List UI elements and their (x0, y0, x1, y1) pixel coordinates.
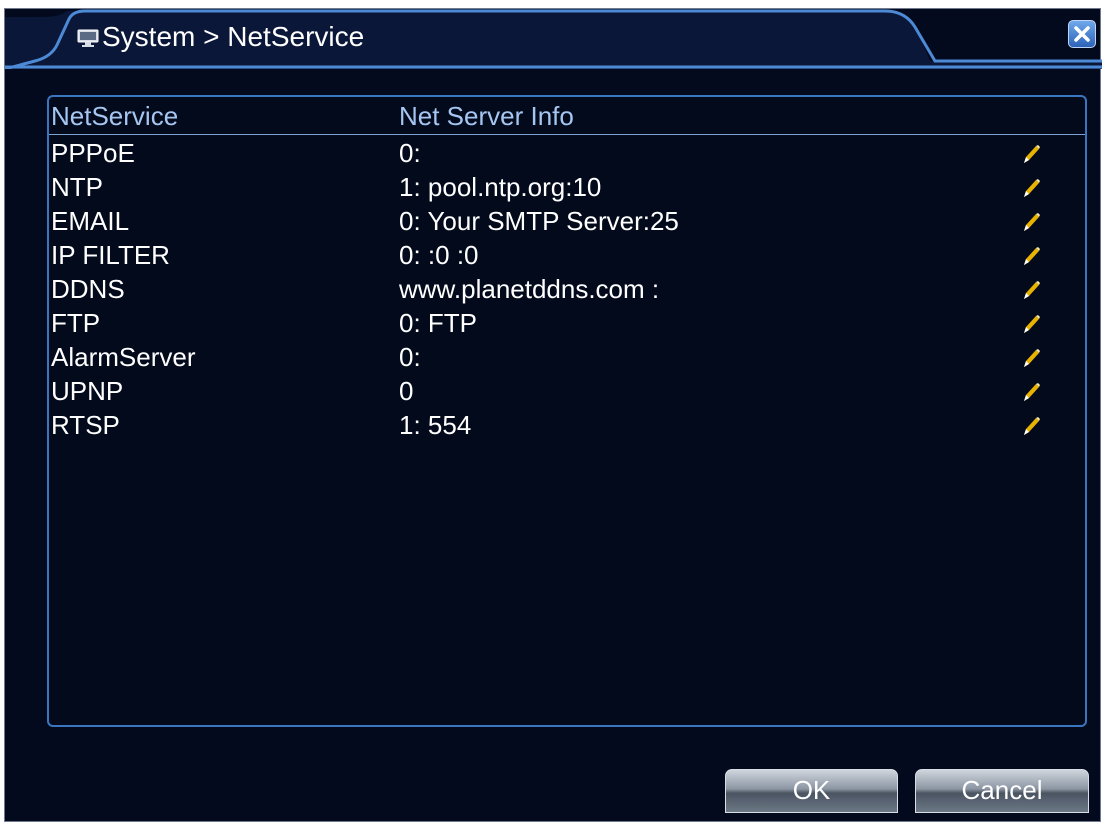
window-title: System > NetService (102, 21, 365, 52)
table-row[interactable]: PPPoE 0: (49, 137, 1085, 171)
table-row[interactable]: IP FILTER 0: :0 :0 (49, 239, 1085, 273)
table-row[interactable]: NTP 1: pool.ntp.org:10 (49, 171, 1085, 205)
pencil-icon[interactable] (1019, 210, 1043, 234)
service-info: 0: FTP (399, 308, 478, 338)
pencil-icon[interactable] (1019, 278, 1043, 302)
service-name: DDNS (51, 274, 125, 304)
close-button[interactable] (1068, 20, 1096, 48)
column-header-netservice: NetService (51, 101, 179, 131)
pencil-icon[interactable] (1019, 244, 1043, 268)
service-info: 0 (399, 376, 414, 406)
service-name: NTP (51, 172, 103, 202)
cancel-button[interactable]: Cancel (915, 769, 1089, 813)
table-header: NetService Net Server Info (49, 97, 1085, 135)
pencil-icon[interactable] (1019, 176, 1043, 200)
title-bar: System > NetService (5, 9, 1102, 69)
service-info: 0: (399, 342, 421, 372)
monitor-icon (77, 29, 99, 47)
column-header-net-server-info: Net Server Info (399, 101, 574, 131)
service-info: 1: 554 (399, 410, 472, 440)
pencil-icon[interactable] (1019, 414, 1043, 438)
table-row[interactable]: FTP 0: FTP (49, 307, 1085, 341)
table-row[interactable]: AlarmServer 0: (49, 341, 1085, 375)
service-info: www.planetddns.com : (399, 274, 660, 304)
pencil-icon[interactable] (1019, 346, 1043, 370)
service-name: FTP (51, 308, 101, 338)
service-name: PPPoE (51, 138, 135, 168)
pencil-icon[interactable] (1019, 312, 1043, 336)
pencil-icon[interactable] (1019, 142, 1043, 166)
close-icon (1074, 26, 1090, 42)
service-info: 1: pool.ntp.org:10 (399, 172, 602, 202)
service-info: 0: Your SMTP Server:25 (399, 206, 679, 236)
table-row[interactable]: UPNP 0 (49, 375, 1085, 409)
service-name: IP FILTER (51, 240, 170, 270)
service-name: UPNP (51, 376, 124, 406)
service-name: RTSP (51, 410, 120, 440)
table-row[interactable]: DDNS www.planetddns.com : (49, 273, 1085, 307)
pencil-icon[interactable] (1019, 380, 1043, 404)
service-info: 0: (399, 138, 421, 168)
service-name: EMAIL (51, 206, 130, 236)
table-row[interactable]: RTSP 1: 554 (49, 409, 1085, 443)
service-name: AlarmServer (51, 342, 196, 372)
netservice-dialog: System > NetService NetService Net Serve… (4, 8, 1102, 822)
netservice-table: NetService Net Server Info PPPoE 0: NTP … (47, 95, 1087, 727)
ok-button[interactable]: OK (725, 769, 898, 813)
table-row[interactable]: EMAIL 0: Your SMTP Server:25 (49, 205, 1085, 239)
service-info: 0: :0 :0 (399, 240, 479, 270)
